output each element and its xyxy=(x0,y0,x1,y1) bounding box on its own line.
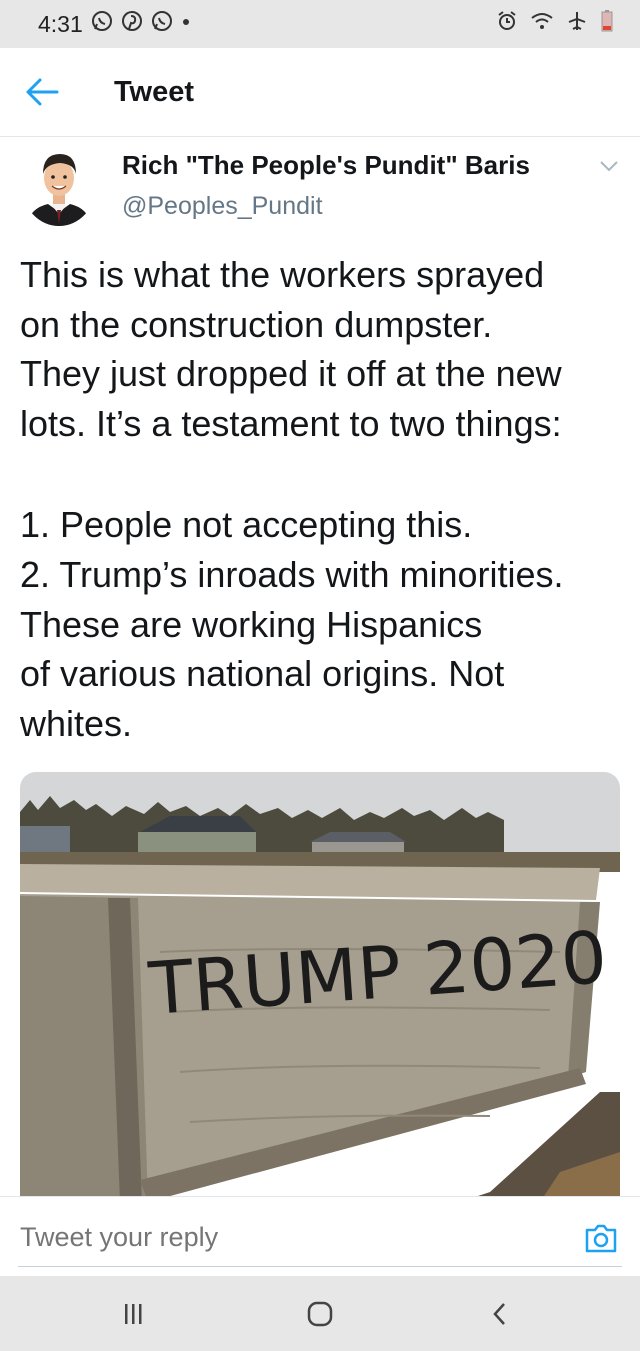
tweet-photo[interactable]: TRUMP 2020 xyxy=(20,772,620,1202)
tweet-text-line: They just dropped it off at the new xyxy=(20,353,562,395)
reply-underline xyxy=(18,1266,622,1267)
author-handle[interactable]: @Peoples_Pundit xyxy=(122,192,323,221)
camera-icon[interactable] xyxy=(584,1222,618,1254)
tweet-text: This is what the workers sprayed on the … xyxy=(20,250,630,748)
tweet-text-line: This is what the workers sprayed xyxy=(20,254,545,295)
avatar[interactable] xyxy=(22,146,96,226)
pinterest-icon xyxy=(121,10,143,38)
tweet-text-line: lots. It’s a testament to two things: xyxy=(20,402,562,444)
whatsapp-icon xyxy=(151,10,173,38)
wifi-icon xyxy=(530,10,554,38)
home-icon[interactable] xyxy=(306,1300,334,1328)
tweet-text-line: 2. Trump’s inroads with minorities. xyxy=(20,553,564,595)
reply-input[interactable] xyxy=(20,1212,560,1262)
system-icons xyxy=(496,0,614,48)
tweet-text-line: whites. xyxy=(20,702,133,744)
alarm-icon xyxy=(496,10,518,38)
recents-icon[interactable] xyxy=(122,1302,144,1326)
arrow-left-icon[interactable] xyxy=(24,76,60,108)
status-bar: 4:31 xyxy=(0,0,640,48)
author-name[interactable]: Rich "The People's Pundit" Baris xyxy=(122,150,530,181)
dot-icon xyxy=(181,10,191,38)
airplane-mode-icon xyxy=(566,10,588,38)
battery-low-icon xyxy=(600,9,614,39)
whatsapp-icon xyxy=(91,10,113,38)
status-time: 4:31 xyxy=(38,10,83,37)
tweet-text-line: of various national origins. Not xyxy=(20,653,505,695)
chevron-down-icon[interactable] xyxy=(598,158,620,174)
top-app-bar: Tweet xyxy=(0,48,640,137)
tweet-text-line: 1. People not accepting this. xyxy=(20,504,473,546)
tweet-text-line: These are working Hispanics xyxy=(20,603,483,645)
back-icon[interactable] xyxy=(490,1300,508,1328)
tweet-text-line: on the construction dumpster. xyxy=(20,303,493,345)
page-title: Tweet xyxy=(114,76,195,108)
